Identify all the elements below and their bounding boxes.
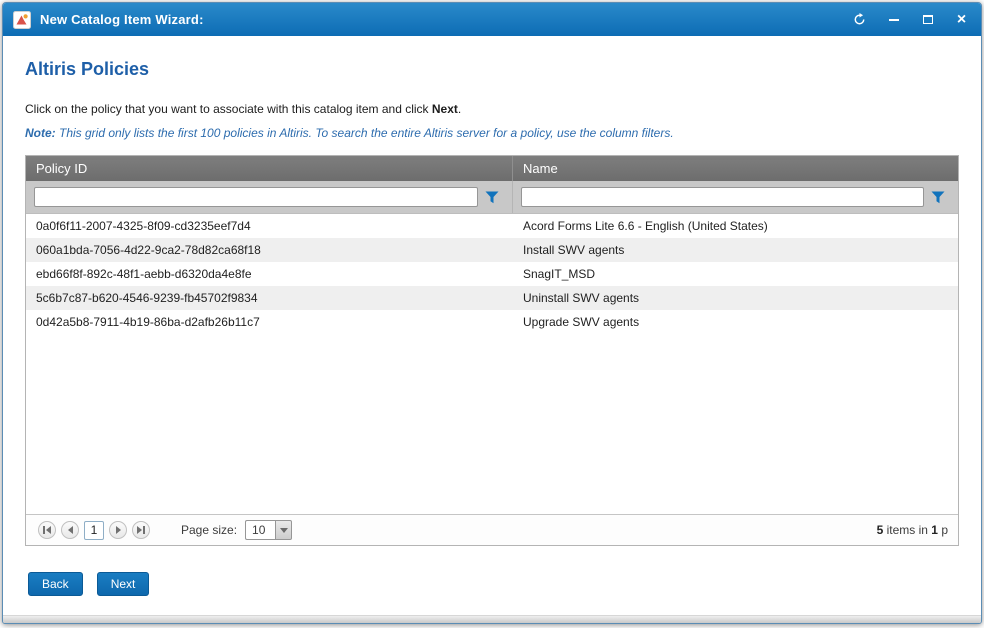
policy-name-cell: Upgrade SWV agents [513, 315, 958, 329]
policy-id-cell: 060a1bda-7056-4d22-9ca2-78d82ca68f18 [26, 243, 513, 257]
policy-id-cell: 0d42a5b8-7911-4b19-86ba-d2afb26b11c7 [26, 315, 513, 329]
refresh-icon[interactable] [852, 12, 867, 27]
maximize-icon[interactable] [920, 12, 935, 27]
previous-page-button[interactable] [61, 521, 79, 539]
policy-name-cell: Uninstall SWV agents [513, 291, 958, 305]
app-icon [13, 11, 31, 29]
last-page-button[interactable] [132, 521, 150, 539]
footer-buttons: Back Next [28, 572, 959, 596]
window-title: New Catalog Item Wizard: [40, 12, 204, 27]
name-filter-cell [513, 181, 958, 213]
column-header-policy-id[interactable]: Policy ID [26, 156, 513, 181]
policy-name-cell: Acord Forms Lite 6.6 - English (United S… [513, 219, 958, 233]
policy-id-filter-cell [26, 181, 513, 213]
policy-name-cell: Install SWV agents [513, 243, 958, 257]
policy-row[interactable]: 060a1bda-7056-4d22-9ca2-78d82ca68f18 Ins… [26, 238, 958, 262]
name-filter-input[interactable] [521, 187, 924, 207]
instruction-before: Click on the policy that you want to ass… [25, 102, 432, 116]
column-header-name[interactable]: Name [513, 156, 958, 181]
minimize-icon[interactable] [886, 12, 901, 27]
items-middle: items in [883, 523, 931, 537]
note-text: Note: This grid only lists the first 100… [25, 126, 959, 140]
back-button[interactable]: Back [28, 572, 83, 596]
pager: 1 Page size: 10 5 items in 1 p [26, 514, 958, 545]
policy-id-funnel-icon[interactable] [478, 186, 506, 208]
pages-count: 1 [931, 523, 938, 537]
current-page-box[interactable]: 1 [84, 521, 104, 540]
policies-grid: Policy ID Name [25, 155, 959, 546]
policy-name-cell: SnagIT_MSD [513, 267, 958, 281]
policy-id-cell: 0a0f6f11-2007-4325-8f09-cd3235eef7d4 [26, 219, 513, 233]
grid-filter-row [26, 181, 958, 214]
page-size-value: 10 [245, 520, 275, 540]
close-icon[interactable]: × [954, 12, 969, 27]
policy-id-cell: 5c6b7c87-b620-4546-9239-fb45702f9834 [26, 291, 513, 305]
name-funnel-icon[interactable] [924, 186, 952, 208]
instruction-bold: Next [432, 102, 458, 116]
policy-id-cell: ebd66f8f-892c-48f1-aebb-d6320da4e8fe [26, 267, 513, 281]
note-body: This grid only lists the first 100 polic… [56, 126, 674, 140]
first-page-button[interactable] [38, 521, 56, 539]
items-suffix: p [938, 523, 948, 537]
grid-header-row: Policy ID Name [26, 156, 958, 181]
titlebar[interactable]: New Catalog Item Wizard: × [3, 3, 981, 36]
instruction-text: Click on the policy that you want to ass… [25, 102, 959, 116]
page-title: Altiris Policies [25, 58, 959, 80]
next-button[interactable]: Next [97, 572, 150, 596]
policy-row[interactable]: ebd66f8f-892c-48f1-aebb-d6320da4e8fe Sna… [26, 262, 958, 286]
window-controls: × [852, 12, 969, 27]
chevron-down-icon[interactable] [275, 520, 292, 540]
grid-body: 0a0f6f11-2007-4325-8f09-cd3235eef7d4 Aco… [26, 214, 958, 514]
page-size-label: Page size: [181, 523, 237, 537]
wizard-window: New Catalog Item Wizard: × Altiris Polic… [2, 2, 982, 624]
policy-row[interactable]: 0d42a5b8-7911-4b19-86ba-d2afb26b11c7 Upg… [26, 310, 958, 334]
next-page-button[interactable] [109, 521, 127, 539]
instruction-after: . [458, 102, 461, 116]
page-size-dropdown[interactable]: 10 [245, 520, 292, 540]
policy-id-filter-input[interactable] [34, 187, 478, 207]
note-label: Note: [25, 126, 56, 140]
policy-row[interactable]: 5c6b7c87-b620-4546-9239-fb45702f9834 Uni… [26, 286, 958, 310]
window-bottom-strip [3, 615, 981, 623]
policy-row[interactable]: 0a0f6f11-2007-4325-8f09-cd3235eef7d4 Aco… [26, 214, 958, 238]
items-info: 5 items in 1 p [877, 523, 948, 537]
wizard-content: Altiris Policies Click on the policy tha… [3, 36, 981, 617]
